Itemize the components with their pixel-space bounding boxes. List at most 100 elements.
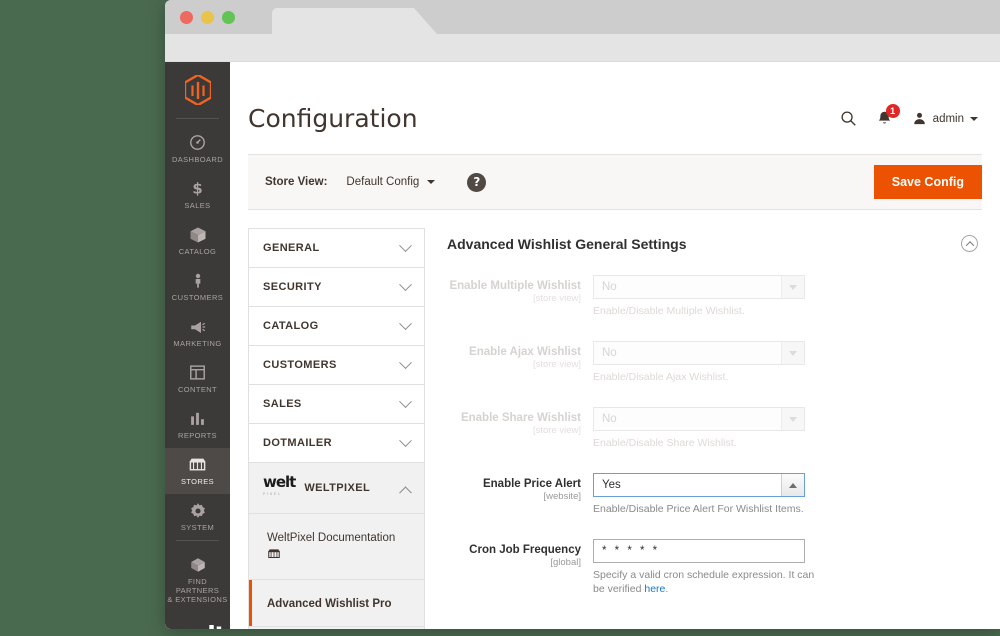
config-group-label: SALES (263, 398, 401, 410)
chevron-down-icon (399, 434, 412, 447)
admin-user-menu[interactable]: admin (912, 111, 978, 126)
config-group-weltpixel[interactable]: weltPIXEL WELTPIXEL (249, 463, 424, 514)
config-item-label: Advanced Wishlist Pro (267, 598, 392, 610)
config-item-advanced-wishlist-pro[interactable]: Advanced Wishlist Pro (249, 580, 424, 627)
chevron-down-icon (399, 317, 412, 330)
admin-page-header: Configuration 1 admin (230, 62, 1000, 154)
field-scope: [website] (447, 491, 581, 503)
magento-logo[interactable] (165, 62, 230, 118)
enable-multiple-wishlist-select[interactable]: No (593, 275, 805, 299)
field-note: Specify a valid cron schedule expression… (593, 568, 818, 596)
chevron-down-icon (399, 278, 412, 291)
config-group-label: WELTPIXEL (304, 482, 401, 494)
sidebar-item-stores[interactable]: STORES (165, 448, 230, 494)
chevron-up-icon (399, 486, 412, 499)
select-value: No (594, 281, 617, 293)
search-icon[interactable] (840, 110, 857, 127)
field-label-wrap: Cron Job Frequency [global] (447, 539, 593, 596)
chevron-down-icon (399, 395, 412, 408)
sidebar-item-catalog[interactable]: CATALOG (165, 218, 230, 264)
config-group-label: CATALOG (263, 320, 401, 332)
field-note: Enable/Disable Ajax Wishlist. (593, 370, 818, 384)
field-label-wrap: Enable Ajax Wishlist [store view] (447, 341, 593, 384)
layout-icon (189, 363, 206, 382)
nav-divider-2 (176, 540, 219, 541)
field-control: No Enable/Disable Multiple Wishlist. (593, 275, 982, 318)
config-group-dotmailer[interactable]: DOTMAILER (249, 424, 424, 463)
weltpixel-logo-icon: weltPIXEL (263, 476, 295, 500)
config-group-security[interactable]: SECURITY (249, 268, 424, 307)
admin-content-column: Configuration 1 admin (230, 62, 1000, 629)
dollar-icon: $ (189, 179, 206, 198)
enable-price-alert-select[interactable]: Yes (593, 473, 805, 497)
header-actions: 1 admin (840, 110, 978, 127)
field-control: Specify a valid cron schedule expression… (593, 539, 982, 596)
store-view-select[interactable]: Default Config (346, 176, 435, 188)
sidebar-item-content[interactable]: CONTENT (165, 356, 230, 402)
field-label: Enable Ajax Wishlist (447, 345, 581, 359)
person-icon (190, 271, 206, 290)
sidebar-item-system[interactable]: SYSTEM (165, 494, 230, 540)
field-control: No Enable/Disable Ajax Wishlist. (593, 341, 982, 384)
config-group-label: CUSTOMERS (263, 359, 401, 371)
field-enable-multiple-wishlist: Enable Multiple Wishlist [store view] No… (447, 275, 982, 318)
sidebar-item-sales[interactable]: $ SALES (165, 172, 230, 218)
admin-main-nav: DASHBOARD $ SALES CATALOG CUSTOMERS (165, 62, 230, 629)
enable-share-wishlist-select[interactable]: No (593, 407, 805, 431)
chevron-up-icon[interactable] (781, 474, 804, 496)
enable-ajax-wishlist-select[interactable]: No (593, 341, 805, 365)
notification-count-badge: 1 (886, 104, 900, 118)
config-item-developer[interactable]: Developer (249, 627, 424, 629)
config-group-customers[interactable]: CUSTOMERS (249, 346, 424, 385)
config-group-sales[interactable]: SALES (249, 385, 424, 424)
config-group-catalog[interactable]: CATALOG (249, 307, 424, 346)
field-control: No Enable/Disable Share Wishlist. (593, 407, 982, 450)
field-note: Enable/Disable Share Wishlist. (593, 436, 818, 450)
browser-window: DASHBOARD $ SALES CATALOG CUSTOMERS (165, 0, 1000, 629)
sidebar-item-label: REPORTS (178, 431, 217, 440)
config-item-label: WeltPixel Documentation (267, 532, 395, 544)
sidebar-item-dashboard[interactable]: DASHBOARD (165, 126, 230, 172)
sidebar-item-label: DASHBOARD (172, 155, 223, 164)
notifications-bell-icon[interactable]: 1 (876, 110, 893, 127)
weltpixel-brand-top: welt (165, 624, 230, 629)
cron-verify-link[interactable]: here (644, 583, 665, 595)
store-view-bar: Store View: Default Config ? Save Config (248, 154, 982, 210)
field-enable-ajax-wishlist: Enable Ajax Wishlist [store view] No Ena… (447, 341, 982, 384)
browser-titlebar (165, 0, 1000, 34)
store-view-label: Store View: (265, 176, 327, 188)
window-maximize-button[interactable] (222, 11, 235, 24)
config-body: GENERAL SECURITY CATALOG CUSTOMERS (248, 228, 982, 629)
storefront-icon (267, 547, 410, 565)
section-header: Advanced Wishlist General Settings (447, 228, 982, 252)
sidebar-item-customers[interactable]: CUSTOMERS (165, 264, 230, 310)
window-close-button[interactable] (180, 11, 193, 24)
settings-panel: Advanced Wishlist General Settings Enabl… (425, 228, 982, 629)
admin-user-name: admin (933, 113, 964, 125)
sidebar-item-marketing[interactable]: MARKETING (165, 310, 230, 356)
bar-chart-icon (189, 409, 206, 428)
config-group-general[interactable]: GENERAL (249, 229, 424, 268)
config-item-weltpixel-documentation[interactable]: WeltPixel Documentation (249, 514, 424, 580)
sidebar-item-label: STORES (181, 477, 214, 486)
browser-tab[interactable] (272, 8, 437, 34)
chevron-down-icon (781, 276, 804, 298)
field-note: Enable/Disable Price Alert For Wishlist … (593, 502, 818, 516)
sidebar-item-label: MARKETING (173, 339, 221, 348)
help-question-icon[interactable]: ? (467, 173, 486, 192)
cron-job-frequency-input[interactable] (593, 539, 805, 563)
gauge-icon (189, 133, 206, 152)
sidebar-item-reports[interactable]: REPORTS (165, 402, 230, 448)
chevron-up-circle-icon[interactable] (961, 235, 978, 252)
field-control: Yes Enable/Disable Price Alert For Wishl… (593, 473, 982, 516)
field-label: Enable Share Wishlist (447, 411, 581, 425)
chevron-down-icon (399, 239, 412, 252)
sidebar-item-find-partners[interactable]: FIND PARTNERS & EXTENSIONS (165, 548, 230, 612)
field-label-wrap: Enable Multiple Wishlist [store view] (447, 275, 593, 318)
field-scope: [store view] (447, 359, 581, 371)
save-config-button[interactable]: Save Config (874, 165, 982, 199)
chevron-down-icon (781, 408, 804, 430)
field-enable-share-wishlist: Enable Share Wishlist [store view] No En… (447, 407, 982, 450)
window-minimize-button[interactable] (201, 11, 214, 24)
sidebar-item-label: CONTENT (178, 385, 217, 394)
